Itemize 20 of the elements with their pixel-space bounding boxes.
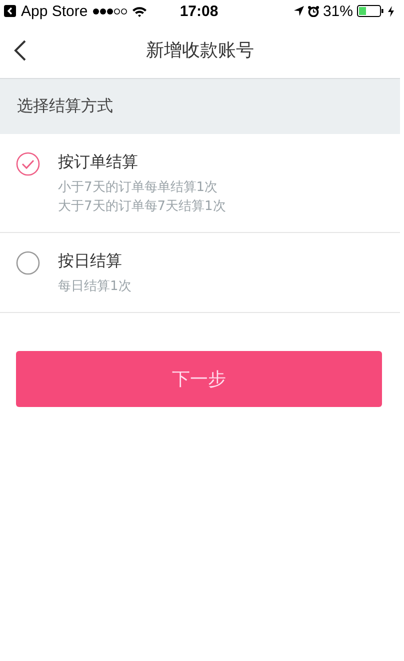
location-icon: [294, 6, 304, 16]
battery-icon: [357, 5, 384, 17]
option-description: 小于7天的订单每单结算1次: [58, 179, 219, 197]
option-description: 每日结算1次: [58, 278, 132, 296]
settlement-option[interactable]: 按订单结算 小于7天的订单每单结算1次 大于7天的订单每7天结算1次: [0, 134, 400, 233]
option-label: 按日结算: [58, 250, 123, 272]
wifi-icon: [132, 6, 147, 16]
back-button[interactable]: [12, 38, 28, 63]
alarm-icon: [308, 6, 319, 16]
page-title: 新增收款账号: [146, 39, 254, 62]
status-time: 17:08: [180, 2, 218, 20]
back-app-link[interactable]: App Store: [21, 2, 88, 20]
option-description: 大于7天的订单每7天结算1次: [58, 198, 226, 216]
settlement-option[interactable]: 按日结算 每日结算1次: [0, 233, 400, 313]
section-title: 选择结算方式: [17, 96, 113, 117]
charging-icon: [388, 6, 394, 16]
option-label: 按订单结算: [58, 151, 139, 173]
battery-percent: 31%: [322, 2, 353, 20]
signal-icon: [92, 8, 127, 14]
chevron-left-icon: [14, 40, 26, 61]
